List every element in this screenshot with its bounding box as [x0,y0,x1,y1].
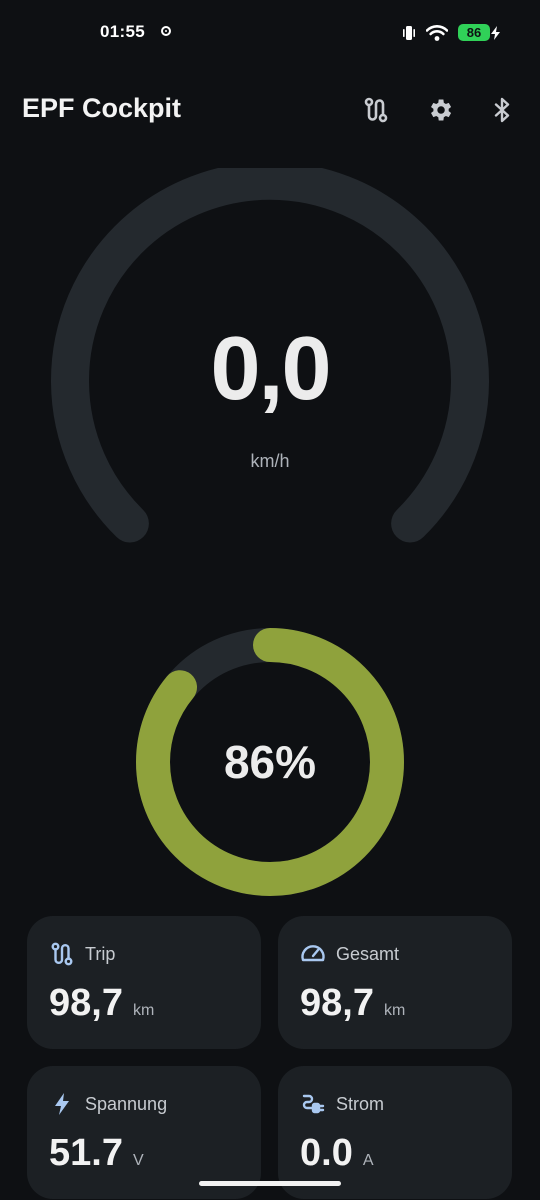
trip-label: Trip [85,943,116,964]
app-title: EPF Cockpit [22,93,182,123]
route-icon [364,97,388,123]
wifi-icon [426,24,448,41]
total-value: 98,7 [300,982,374,1024]
current-card: Strom 0.0 A [278,1066,512,1199]
location-indicator-icon [161,26,171,36]
battery-level-badge: 86 [458,24,490,41]
trip-value: 98,7 [49,982,123,1024]
vibrate-icon [403,25,415,40]
total-unit: km [383,1002,406,1019]
speed-unit: km/h [250,451,290,471]
plug-icon [302,1094,325,1114]
gear-icon [431,99,452,121]
voltage-value: 51.7 [49,1132,123,1174]
current-value: 0.0 [300,1132,353,1174]
speed-value: 0,0 [210,319,331,419]
status-icons: 86 [402,24,500,41]
charging-bolt-icon [491,25,500,40]
voltage-unit: V [132,1152,144,1169]
lightning-icon [55,1093,69,1115]
speedometer-icon [301,945,325,962]
trip-card: Trip 98,7 km [27,916,261,1049]
home-indicator [199,1181,341,1186]
bluetooth-button[interactable] [486,94,518,126]
voltage-card: Spannung 51.7 V [27,1066,261,1199]
voltage-label: Spannung [85,1093,168,1114]
current-unit: A [362,1152,374,1169]
status-time: 01:55 [100,22,145,41]
settings-button[interactable] [424,94,456,126]
battery-percentage: 86% [223,736,317,788]
bluetooth-icon [494,97,510,123]
trip-unit: km [132,1002,155,1019]
total-card: Gesamt 98,7 km [278,916,512,1049]
current-label: Strom [336,1093,385,1114]
total-label: Gesamt [336,943,400,964]
route-button[interactable] [360,94,392,126]
route-icon [51,942,73,966]
